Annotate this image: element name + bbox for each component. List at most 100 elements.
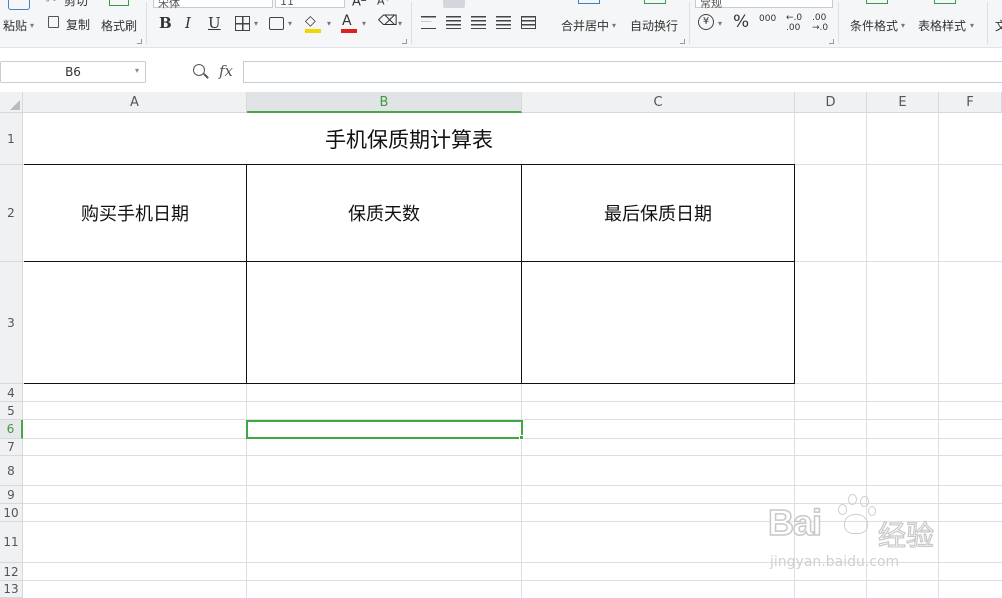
format-painter-label: 格式刷 bbox=[101, 19, 138, 33]
conditional-format-button[interactable]: 条件格式 ▾ bbox=[846, 0, 910, 38]
currency-dropdown-icon[interactable]: ▾ bbox=[718, 19, 722, 28]
font-color-button[interactable]: A ▾ bbox=[340, 13, 372, 33]
conditional-format-icon bbox=[866, 0, 888, 4]
active-cell-selection[interactable] bbox=[246, 420, 523, 439]
row-header-7[interactable]: 7 bbox=[0, 439, 23, 456]
paste-icon bbox=[8, 0, 30, 10]
font-color-dropdown-icon[interactable]: ▾ bbox=[362, 19, 366, 28]
row-header-6[interactable]: 6 bbox=[0, 420, 23, 439]
row-header-3[interactable]: 3 bbox=[0, 262, 23, 384]
font-name-value: 宋体 bbox=[158, 0, 180, 10]
row-header-5[interactable]: 5 bbox=[0, 402, 23, 420]
paste-button[interactable]: 粘贴 ▾ bbox=[0, 0, 38, 44]
column-header-e[interactable]: E bbox=[867, 92, 939, 113]
align-left-icon[interactable] bbox=[421, 16, 436, 29]
alignment-group-launcher[interactable] bbox=[680, 39, 685, 44]
zoom-search-icon[interactable] bbox=[192, 63, 210, 81]
header-cell-final-warranty-date[interactable]: 最后保质日期 bbox=[522, 165, 794, 261]
name-box-dropdown-icon[interactable]: ▾ bbox=[135, 63, 139, 79]
data-cell-b3[interactable] bbox=[247, 262, 521, 383]
sheet-title: 手机保质期计算表 bbox=[325, 127, 493, 152]
data-cell-c3[interactable] bbox=[522, 262, 794, 383]
column-header-b[interactable]: B bbox=[247, 92, 522, 113]
increase-decimal-icon[interactable]: ←.0.00 bbox=[786, 13, 802, 33]
column-header-c[interactable]: C bbox=[522, 92, 795, 113]
increase-font-icon[interactable]: A▲ bbox=[352, 0, 366, 9]
row-header-9[interactable]: 9 bbox=[0, 486, 23, 504]
cell-style-icon bbox=[269, 17, 284, 30]
header-cell-warranty-days[interactable]: 保质天数 bbox=[247, 165, 521, 261]
conditional-format-dropdown-icon[interactable]: ▾ bbox=[901, 21, 905, 30]
font-size-combo[interactable]: 11 bbox=[275, 0, 345, 8]
cell-style-button[interactable]: ▾ bbox=[268, 15, 298, 33]
ribbon-separator bbox=[987, 2, 988, 44]
fill-color-button[interactable]: ◇ ▾ bbox=[303, 13, 337, 33]
row-header-1[interactable]: 1 bbox=[0, 113, 23, 165]
align-middle-button[interactable] bbox=[470, 0, 492, 6]
font-name-combo[interactable]: 宋体 bbox=[153, 0, 273, 10]
formula-input[interactable] bbox=[243, 61, 1002, 83]
align-top-button[interactable] bbox=[443, 0, 465, 8]
cut-label: 剪切 bbox=[64, 0, 89, 8]
font-size-value: 11 bbox=[280, 0, 294, 8]
underline-button[interactable]: U bbox=[208, 13, 221, 33]
font-group-launcher[interactable] bbox=[402, 39, 407, 44]
currency-button[interactable]: ¥ ▾ bbox=[698, 14, 726, 34]
name-box[interactable]: B6 bbox=[0, 61, 146, 83]
cell-style-dropdown-icon[interactable]: ▾ bbox=[288, 19, 292, 28]
font-color-swatch bbox=[341, 29, 357, 33]
table-border bbox=[24, 383, 795, 384]
paste-dropdown-icon[interactable]: ▾ bbox=[30, 21, 34, 30]
table-style-dropdown-icon[interactable]: ▾ bbox=[970, 21, 974, 30]
align-right-icon[interactable] bbox=[471, 16, 486, 29]
row-header-13[interactable]: 13 bbox=[0, 581, 23, 598]
bold-button[interactable]: B bbox=[159, 13, 172, 33]
table-style-button[interactable]: 表格样式 ▾ bbox=[914, 0, 980, 38]
watermark-url: jingyan.baidu.com bbox=[770, 554, 900, 570]
number-format-combo[interactable]: 常规 bbox=[695, 0, 833, 10]
decrease-decimal-icon[interactable]: .00 →.0 bbox=[812, 13, 828, 33]
number-group-launcher[interactable] bbox=[829, 39, 834, 44]
clear-format-button[interactable]: ⌫ ▾ bbox=[377, 13, 407, 33]
fill-color-dropdown-icon[interactable]: ▾ bbox=[327, 19, 331, 28]
fx-icon[interactable]: fx bbox=[219, 62, 233, 80]
column-header-d[interactable]: D bbox=[795, 92, 867, 113]
row-header-11[interactable]: 11 bbox=[0, 522, 23, 563]
gridline bbox=[23, 455, 1002, 456]
format-painter-button[interactable]: 格式刷 bbox=[99, 0, 139, 38]
distribute-icon[interactable] bbox=[521, 16, 536, 29]
wrap-text-button[interactable]: 自动换行 bbox=[628, 0, 682, 38]
select-all-triangle-icon bbox=[10, 100, 20, 110]
table-style-icon bbox=[934, 0, 956, 4]
row-header-2[interactable]: 2 bbox=[0, 165, 23, 262]
column-header-a[interactable]: A bbox=[23, 92, 247, 113]
row-header-12[interactable]: 12 bbox=[0, 563, 23, 581]
column-header-f[interactable]: F bbox=[939, 92, 1002, 113]
fill-color-swatch bbox=[305, 29, 321, 33]
percent-button[interactable]: % bbox=[733, 12, 749, 32]
decrease-font-icon[interactable]: A▼ bbox=[377, 0, 390, 8]
align-bottom-button[interactable] bbox=[520, 0, 542, 6]
header-cell-purchase-date[interactable]: 购买手机日期 bbox=[24, 165, 246, 261]
clipboard-group-launcher[interactable] bbox=[137, 39, 142, 44]
merge-center-label: 合并居中 bbox=[561, 19, 610, 33]
borders-dropdown-icon[interactable]: ▾ bbox=[254, 19, 258, 28]
row-header-10[interactable]: 10 bbox=[0, 504, 23, 522]
row-header-8[interactable]: 8 bbox=[0, 456, 23, 486]
copy-button[interactable]: 复制 bbox=[46, 15, 94, 33]
currency-icon: ¥ bbox=[698, 14, 714, 30]
fill-handle[interactable] bbox=[519, 435, 524, 440]
clear-format-dropdown-icon[interactable]: ▾ bbox=[398, 19, 402, 28]
borders-button[interactable]: ▾ bbox=[234, 15, 264, 33]
merge-dropdown-icon[interactable]: ▾ bbox=[612, 21, 616, 30]
justify-icon[interactable] bbox=[496, 16, 511, 29]
merge-center-button[interactable]: 合并居中 ▾ bbox=[558, 0, 622, 38]
ribbon-separator bbox=[146, 2, 147, 44]
italic-button[interactable]: I bbox=[185, 13, 191, 33]
row-header-4[interactable]: 4 bbox=[0, 384, 23, 402]
thousands-separator-button[interactable]: 000 bbox=[759, 14, 776, 24]
align-center-icon[interactable] bbox=[446, 16, 461, 29]
ribbon-overflow-item[interactable]: 文 bbox=[995, 17, 1002, 34]
data-cell-a3[interactable] bbox=[24, 262, 246, 383]
select-all-button[interactable] bbox=[0, 92, 23, 113]
